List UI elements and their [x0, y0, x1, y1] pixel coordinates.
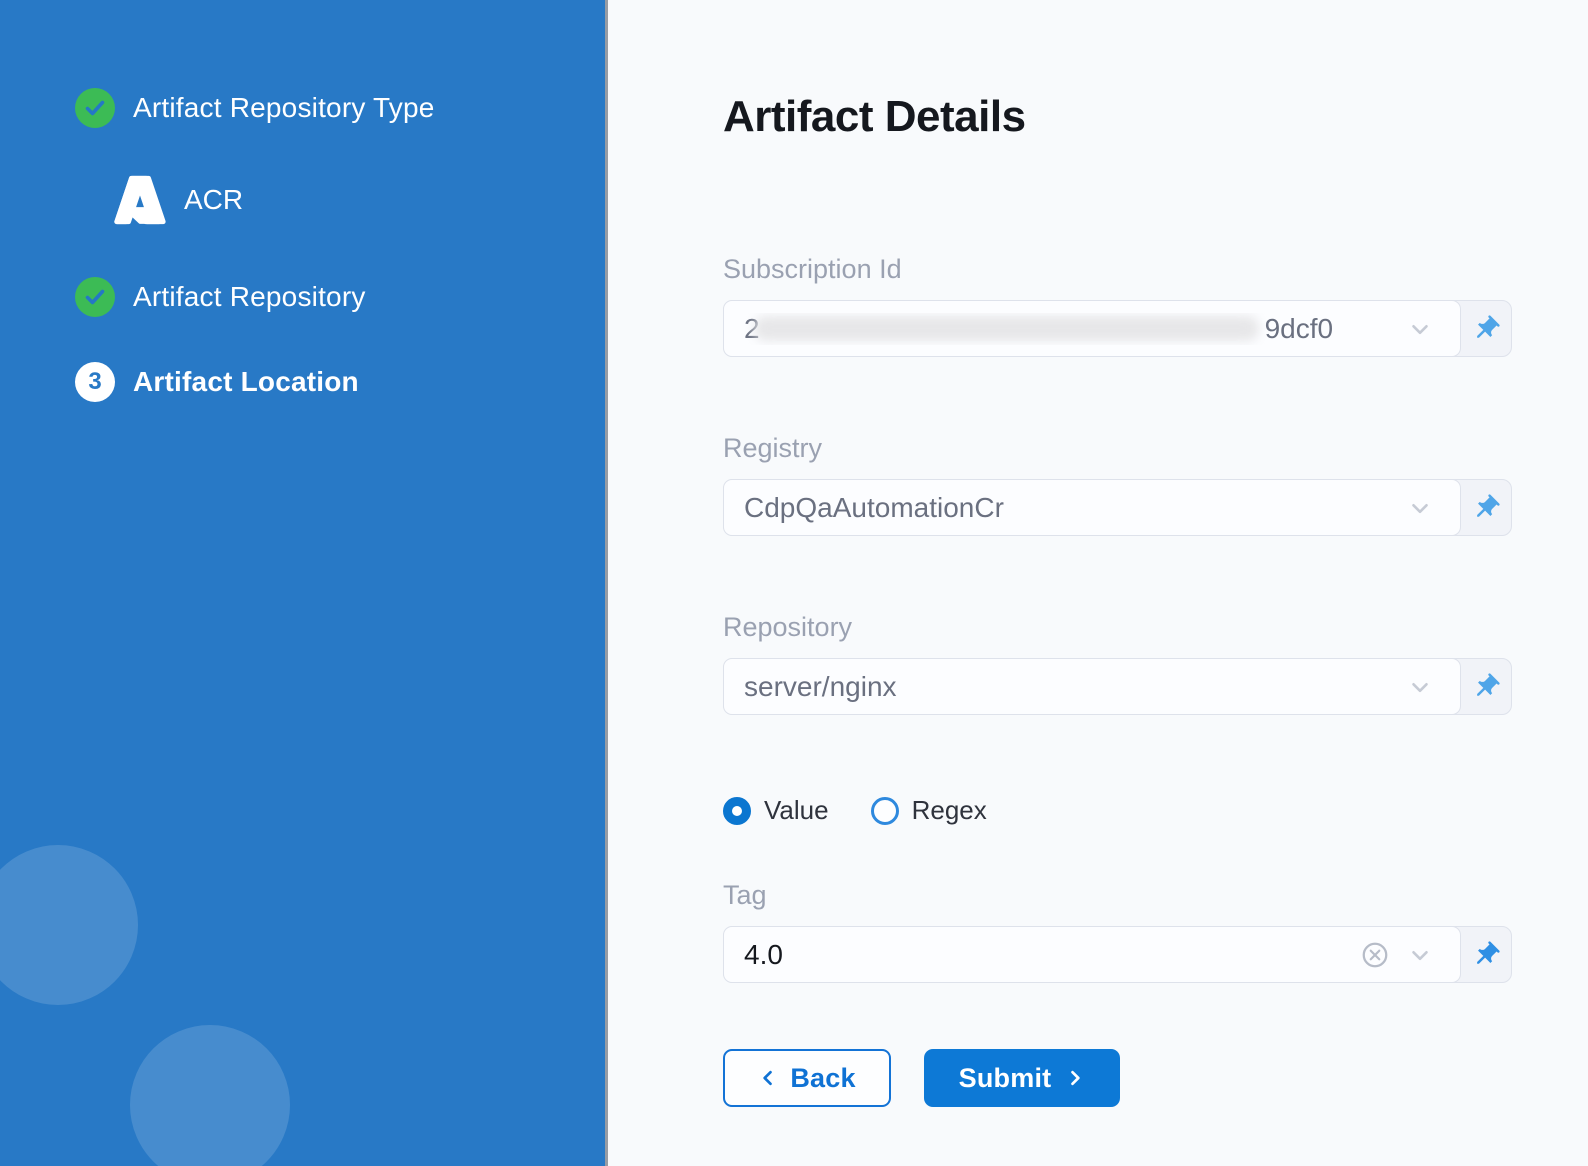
submit-button-label: Submit — [959, 1063, 1052, 1094]
azure-logo-icon — [112, 172, 168, 228]
pin-icon[interactable] — [1461, 301, 1511, 356]
radio-selected-icon — [723, 797, 751, 825]
match-type-radio-group: Value Regex — [723, 795, 1512, 826]
pin-icon[interactable] — [1461, 659, 1511, 714]
repository-value: server/nginx — [744, 671, 1398, 703]
submit-button[interactable]: Submit — [924, 1049, 1120, 1107]
artifact-wizard-window: Artifact Repository Type ACR — [0, 0, 1588, 1166]
repository-label: Repository — [723, 612, 1512, 643]
chevron-left-icon — [758, 1068, 778, 1088]
subscription-id-field: 29dcf0 — [723, 300, 1512, 357]
repository-field: server/nginx — [723, 658, 1512, 715]
radio-value-label: Value — [764, 795, 829, 826]
repository-select[interactable]: server/nginx — [723, 658, 1461, 715]
redacted-blur — [754, 316, 1259, 341]
pin-icon[interactable] — [1461, 480, 1511, 535]
registry-select[interactable]: CdpQaAutomationCr — [723, 479, 1461, 536]
step-substep-acr[interactable]: ACR — [112, 172, 605, 228]
tag-field — [723, 926, 1512, 983]
back-button[interactable]: Back — [723, 1049, 891, 1107]
step-label: Artifact Repository — [133, 281, 366, 313]
tag-group: Tag — [723, 880, 1512, 983]
radio-unselected-icon — [871, 797, 899, 825]
chevron-down-icon[interactable] — [1398, 316, 1442, 342]
step-artifact-repository-type[interactable]: Artifact Repository Type — [75, 88, 605, 128]
step-artifact-repository[interactable]: Artifact Repository — [75, 277, 605, 317]
artifact-details-panel: Artifact Details Subscription Id 29dcf0 — [608, 0, 1588, 1166]
step-number-badge: 3 — [75, 362, 115, 402]
registry-label: Registry — [723, 433, 1512, 464]
radio-regex-label: Regex — [912, 795, 987, 826]
step-complete-check-icon — [75, 88, 115, 128]
step-artifact-location[interactable]: 3 Artifact Location — [75, 362, 605, 402]
subscription-id-select[interactable]: 29dcf0 — [723, 300, 1461, 357]
registry-value: CdpQaAutomationCr — [744, 492, 1398, 524]
radio-regex[interactable]: Regex — [871, 795, 987, 826]
chevron-down-icon[interactable] — [1398, 674, 1442, 700]
chevron-down-icon[interactable] — [1398, 495, 1442, 521]
back-button-label: Back — [790, 1063, 855, 1094]
substep-label: ACR — [184, 184, 243, 216]
repository-group: Repository server/nginx — [723, 612, 1512, 715]
subscription-id-value: 29dcf0 — [744, 313, 1398, 345]
tag-input-box — [723, 926, 1461, 983]
pin-icon[interactable] — [1461, 927, 1511, 982]
wizard-sidebar: Artifact Repository Type ACR — [0, 0, 608, 1166]
tag-label: Tag — [723, 880, 1512, 911]
page-title: Artifact Details — [723, 92, 1512, 142]
step-label: Artifact Repository Type — [133, 92, 435, 124]
registry-field: CdpQaAutomationCr — [723, 479, 1512, 536]
wizard-footer-buttons: Back Submit — [723, 1049, 1512, 1107]
subscription-id-group: Subscription Id 29dcf0 — [723, 254, 1512, 357]
subscription-id-suffix: 9dcf0 — [1265, 313, 1334, 345]
step-complete-check-icon — [75, 277, 115, 317]
radio-value[interactable]: Value — [723, 795, 829, 826]
chevron-down-icon[interactable] — [1398, 942, 1442, 968]
clear-icon[interactable] — [1352, 940, 1398, 970]
tag-input[interactable] — [744, 939, 1352, 971]
wizard-steps: Artifact Repository Type ACR — [0, 0, 605, 402]
registry-group: Registry CdpQaAutomationCr — [723, 433, 1512, 536]
chevron-right-icon — [1065, 1068, 1085, 1088]
subscription-id-label: Subscription Id — [723, 254, 1512, 285]
step-label-current: Artifact Location — [133, 366, 359, 398]
